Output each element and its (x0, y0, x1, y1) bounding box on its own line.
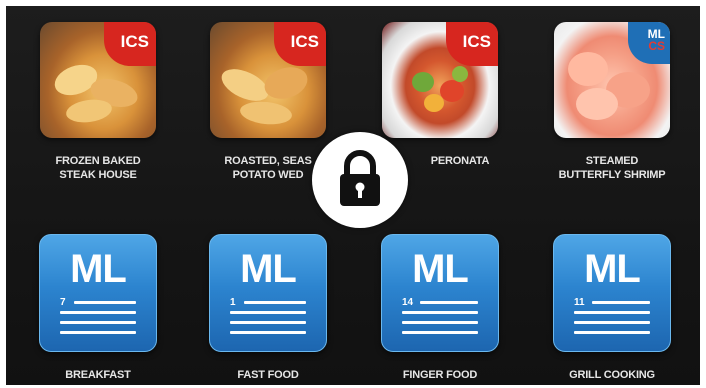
fries-icon: ICS (40, 22, 156, 138)
potato-wedges-icon: ICS (210, 22, 326, 138)
category-tile-finger-food[interactable]: ML 14 FINGER FOOD (360, 234, 520, 382)
category-count: 14 (402, 297, 414, 308)
lock-button[interactable] (312, 132, 408, 228)
ics-badge: ICS (446, 22, 498, 66)
ratatouille-icon: ICS (382, 22, 498, 138)
category-label: FAST FOOD (237, 369, 299, 381)
lock-icon (340, 150, 380, 206)
category-label: FINGER FOOD (402, 369, 478, 381)
category-count: 1 (230, 297, 236, 308)
category-label: GRILL COOKING (569, 369, 655, 381)
ics-badge: ICS (274, 22, 326, 66)
ml-cs-badge: ML CS (628, 22, 670, 64)
ml-category-icon: ML 11 (553, 234, 671, 352)
program-tile-frozen-baked-steak-house[interactable]: ICS FROZEN BAKED STEAK HOUSE (18, 22, 178, 182)
ml-category-icon: ML 14 (381, 234, 499, 352)
program-label: STEAMED BUTTERFLY SHRIMP (558, 155, 666, 181)
category-tile-breakfast[interactable]: ML 7 BREAKFAST (18, 234, 178, 382)
ml-category-icon: ML 7 (39, 234, 157, 352)
category-count: 11 (574, 297, 585, 308)
recipe-screen: ICS FROZEN BAKED STEAK HOUSE ICS ROASTED… (6, 6, 700, 385)
program-tile-steamed-butterfly-shrimp[interactable]: ML CS STEAMED BUTTERFLY SHRIMP (532, 22, 692, 182)
shrimp-icon: ML CS (554, 22, 670, 138)
category-tile-grill-cooking[interactable]: ML 11 GRILL COOKING (532, 234, 692, 382)
category-label: BREAKFAST (65, 369, 131, 381)
ml-category-icon: ML 1 (209, 234, 327, 352)
ics-badge: ICS (104, 22, 156, 66)
category-count: 7 (60, 297, 66, 308)
category-tile-fast-food[interactable]: ML 1 FAST FOOD (188, 234, 348, 382)
program-label: FROZEN BAKED STEAK HOUSE (55, 155, 141, 181)
